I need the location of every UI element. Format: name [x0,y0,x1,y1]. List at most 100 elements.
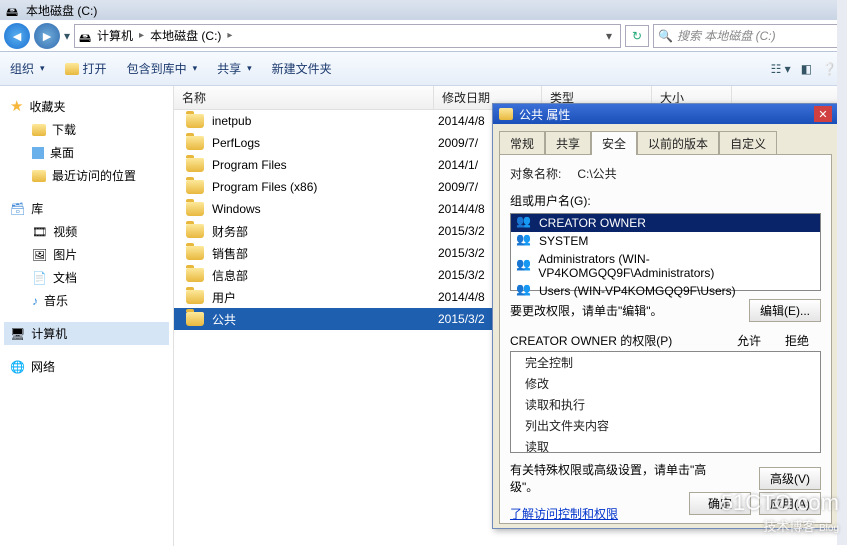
sidebar-item-recent[interactable]: 最近访问的位置 [4,164,169,187]
folder-icon [186,202,204,216]
include-library-menu[interactable]: 包含到库中 [127,60,198,77]
help-button[interactable]: ❔ [822,62,837,76]
dialog-titlebar[interactable]: 公共 属性 ✕ [493,104,838,124]
share-menu[interactable]: 共享 [217,60,252,77]
group-row-creator-owner[interactable]: CREATOR OWNER [511,214,820,232]
drive-icon: 🖴 [79,29,93,43]
perm-modify: 修改 [511,373,820,394]
folder-icon [186,114,204,128]
dialog-tabs: 常规 共享 安全 以前的版本 自定义 [493,124,838,154]
file-name: 公共 [212,311,236,328]
recent-icon [32,170,46,182]
open-button[interactable]: 打开 [65,60,107,77]
window-scrollbar[interactable] [837,0,847,545]
object-name-value: C:\公共 [577,165,616,182]
edit-hint: 要更改权限，请单击"编辑"。 [510,302,663,319]
address-bar[interactable]: 🖴 计算机 ▸ 本地磁盘 (C:) ▸ ▾ [74,24,621,48]
desktop-icon [32,147,44,159]
sidebar-computer[interactable]: 🖥计算机 [4,322,169,345]
computer-icon: 🖥 [10,327,25,341]
preview-pane-button[interactable]: ◧ [801,62,812,76]
properties-dialog: 公共 属性 ✕ 常规 共享 安全 以前的版本 自定义 对象名称: C:\公共 组… [492,103,839,529]
back-button[interactable]: ◄ [4,23,30,49]
address-dropdown[interactable]: ▾ [602,29,616,43]
permissions-label: CREATOR OWNER 的权限(P) [510,332,725,349]
perm-read-execute: 读取和执行 [511,394,820,415]
folder-icon [186,136,204,150]
tab-body-security: 对象名称: C:\公共 组或用户名(G): CREATOR OWNER SYST… [499,154,832,524]
sidebar-item-documents[interactable]: 📄文档 [4,266,169,289]
file-name: 信息部 [212,267,248,284]
forward-button[interactable]: ► [34,23,60,49]
organize-menu[interactable]: 组织 [10,60,45,77]
music-icon: ♪ [32,294,38,308]
users-icon [517,284,533,298]
allow-header: 允许 [725,332,773,349]
view-options-button[interactable]: ☷ ▾ [771,62,791,76]
crumb-drive[interactable]: 本地磁盘 (C:) [150,27,221,44]
sidebar-item-desktop[interactable]: 桌面 [4,141,169,164]
folder-icon [186,268,204,282]
advanced-button[interactable]: 高级(V) [759,467,821,490]
group-row-system[interactable]: SYSTEM [511,232,820,250]
ok-button[interactable]: 确定 [689,492,751,515]
chevron-right-icon[interactable]: ▸ [225,30,234,41]
tab-security[interactable]: 安全 [591,131,637,155]
tab-custom[interactable]: 自定义 [719,131,777,155]
search-icon: 🔍 [658,29,673,43]
apply-button[interactable]: 应用(A) [759,492,821,515]
perm-read: 读取 [511,436,820,453]
sidebar-item-music[interactable]: ♪音乐 [4,289,169,312]
folder-icon [186,312,204,326]
search-placeholder: 搜索 本地磁盘 (C:) [677,27,776,44]
folder-icon [499,108,513,120]
folder-open-icon [65,63,79,75]
sidebar-libraries[interactable]: 🗃库 [4,197,169,220]
folder-icon [32,124,46,136]
group-users-label: 组或用户名(G): [510,192,821,209]
file-name: PerfLogs [212,136,260,150]
permissions-list[interactable]: 完全控制 修改 读取和执行 列出文件夹内容 读取 写入 [510,351,821,453]
close-button[interactable]: ✕ [814,106,832,122]
sidebar-item-pictures[interactable]: 🖼图片 [4,243,169,266]
sidebar-favorites[interactable]: ★收藏夹 [4,94,169,118]
network-icon: 🌐 [10,360,25,374]
star-icon: ★ [10,97,23,115]
learn-link[interactable]: 了解访问控制和权限 [510,505,618,522]
library-icon: 🗃 [10,202,25,216]
group-user-list[interactable]: CREATOR OWNER SYSTEM Administrators (WIN… [510,213,821,291]
chevron-right-icon[interactable]: ▸ [137,30,146,41]
search-input[interactable]: 🔍 搜索 本地磁盘 (C:) [653,24,843,48]
sidebar: ★收藏夹 下载 桌面 最近访问的位置 🗃库 🎞视频 🖼图片 📄文档 ♪音乐 🖥计… [0,86,174,546]
object-name-label: 对象名称: [510,165,561,182]
edit-button[interactable]: 编辑(E)... [749,299,821,322]
col-name[interactable]: 名称 [174,86,434,109]
tab-sharing[interactable]: 共享 [545,131,591,155]
refresh-button[interactable]: ↻ [625,25,649,47]
sidebar-network[interactable]: 🌐网络 [4,355,169,378]
drive-icon: 🖴 [6,3,20,17]
history-dropdown[interactable]: ▾ [64,29,70,43]
sidebar-item-downloads[interactable]: 下载 [4,118,169,141]
sidebar-item-videos[interactable]: 🎞视频 [4,220,169,243]
crumb-computer[interactable]: 计算机 [97,27,133,44]
file-name: 用户 [212,289,236,306]
file-name: 财务部 [212,223,248,240]
deny-header: 拒绝 [773,332,821,349]
toolbar: 组织 打开 包含到库中 共享 新建文件夹 ☷ ▾ ◧ ❔ [0,52,847,86]
file-name: Program Files [212,158,287,172]
tab-previous-versions[interactable]: 以前的版本 [637,131,719,155]
dialog-title-text: 公共 属性 [519,106,570,123]
file-name: 销售部 [212,245,248,262]
tab-general[interactable]: 常规 [499,131,545,155]
group-row-administrators[interactable]: Administrators (WIN-VP4KOMGQQ9F\Administ… [511,250,820,282]
group-row-users[interactable]: Users (WIN-VP4KOMGQQ9F\Users) [511,282,820,300]
file-name: Program Files (x86) [212,180,317,194]
video-icon: 🎞 [32,225,47,239]
picture-icon: 🖼 [32,248,47,262]
perm-full-control: 完全控制 [511,352,820,373]
users-icon [517,234,533,248]
window-title-text: 本地磁盘 (C:) [26,2,97,19]
perm-list-folder: 列出文件夹内容 [511,415,820,436]
new-folder-button[interactable]: 新建文件夹 [272,60,332,77]
